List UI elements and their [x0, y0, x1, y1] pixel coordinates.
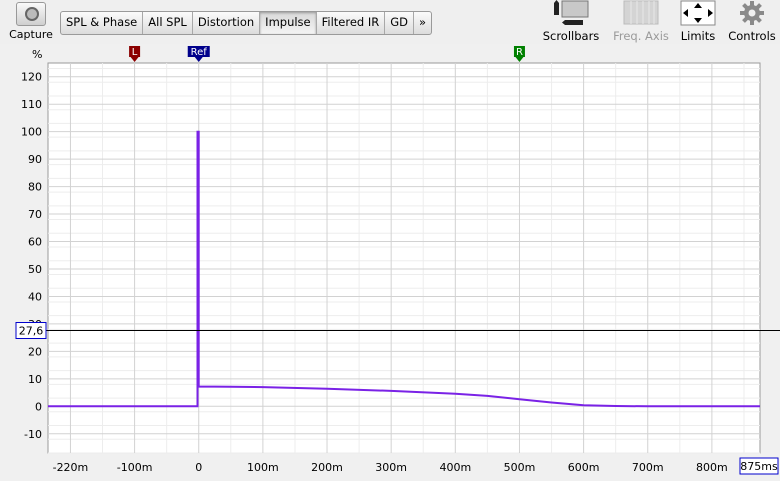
y-tick-label: 60 — [28, 236, 42, 249]
y-tick-label: -10 — [24, 428, 42, 441]
y-tick-label: 80 — [28, 181, 42, 194]
scrollbars-icon — [551, 0, 591, 26]
freq-axis-label: Freq. Axis — [613, 29, 669, 43]
x-tick-label: 700m — [632, 461, 664, 474]
x-tick-label: 200m — [311, 461, 343, 474]
capture-button[interactable]: Capture — [6, 2, 56, 41]
y-tick-label: 100 — [21, 126, 42, 139]
impulse-chart[interactable]: 1201101009080706050403020100-10-220m-100… — [0, 44, 780, 478]
freq-axis-button[interactable]: Freq. Axis — [610, 0, 672, 43]
y-tick-label: 90 — [28, 153, 42, 166]
left-window-marker-label: L — [132, 47, 138, 58]
tab-spl-phase[interactable]: SPL & Phase — [61, 12, 144, 34]
x-tick-label: 100m — [247, 461, 279, 474]
y-tick-label: 40 — [28, 290, 42, 303]
camera-icon — [16, 2, 46, 26]
y-tick-label: 10 — [28, 373, 42, 386]
scrollbars-label: Scrollbars — [542, 29, 600, 43]
x-tick-label: -100m — [117, 461, 153, 474]
y-tick-label: 50 — [28, 263, 42, 276]
x-tick-label: 500m — [504, 461, 536, 474]
limits-label: Limits — [680, 29, 716, 43]
tab-more[interactable]: » — [414, 12, 431, 34]
capture-label: Capture — [9, 28, 53, 41]
y-tick-label: 0 — [35, 400, 42, 413]
x-tick-label: 400m — [439, 461, 471, 474]
x-tick-label: 800m — [696, 461, 728, 474]
x-tick-label: 300m — [375, 461, 407, 474]
right-window-marker-label: R — [516, 47, 523, 58]
ref-window-marker-label: Ref — [191, 47, 208, 58]
x-end-readout[interactable]: 875ms — [740, 460, 778, 473]
toolbar: Capture SPL & Phase All SPL Distortion I… — [0, 0, 780, 44]
cursor-readout[interactable]: 27,6 — [19, 325, 44, 338]
x-tick-label: 0 — [195, 461, 202, 474]
controls-button[interactable]: Controls — [726, 0, 778, 43]
x-tick-label: 600m — [568, 461, 600, 474]
gear-icon — [739, 0, 765, 26]
y-tick-label: 110 — [21, 98, 42, 111]
y-unit-label: % — [32, 48, 43, 61]
controls-label: Controls — [728, 29, 776, 43]
tab-distortion[interactable]: Distortion — [193, 12, 261, 34]
tab-filtered-ir[interactable]: Filtered IR — [317, 12, 386, 34]
y-tick-label: 70 — [28, 208, 42, 221]
y-tick-label: 20 — [28, 345, 42, 358]
scrollbars-button[interactable]: Scrollbars — [540, 0, 602, 43]
x-tick-label: -220m — [53, 461, 89, 474]
view-tabs: SPL & Phase All SPL Distortion Impulse F… — [60, 11, 433, 35]
graph-area[interactable]: % 1201101009080706050403020100-10-220m-1… — [0, 44, 780, 478]
y-tick-label: 120 — [21, 71, 42, 84]
freq-axis-icon — [623, 0, 659, 26]
plot-background[interactable] — [47, 62, 761, 454]
limits-icon — [680, 0, 716, 26]
tab-all-spl[interactable]: All SPL — [143, 12, 193, 34]
tab-gd[interactable]: GD — [385, 12, 415, 34]
limits-button[interactable]: Limits — [676, 0, 720, 43]
tab-impulse[interactable]: Impulse — [260, 12, 317, 34]
